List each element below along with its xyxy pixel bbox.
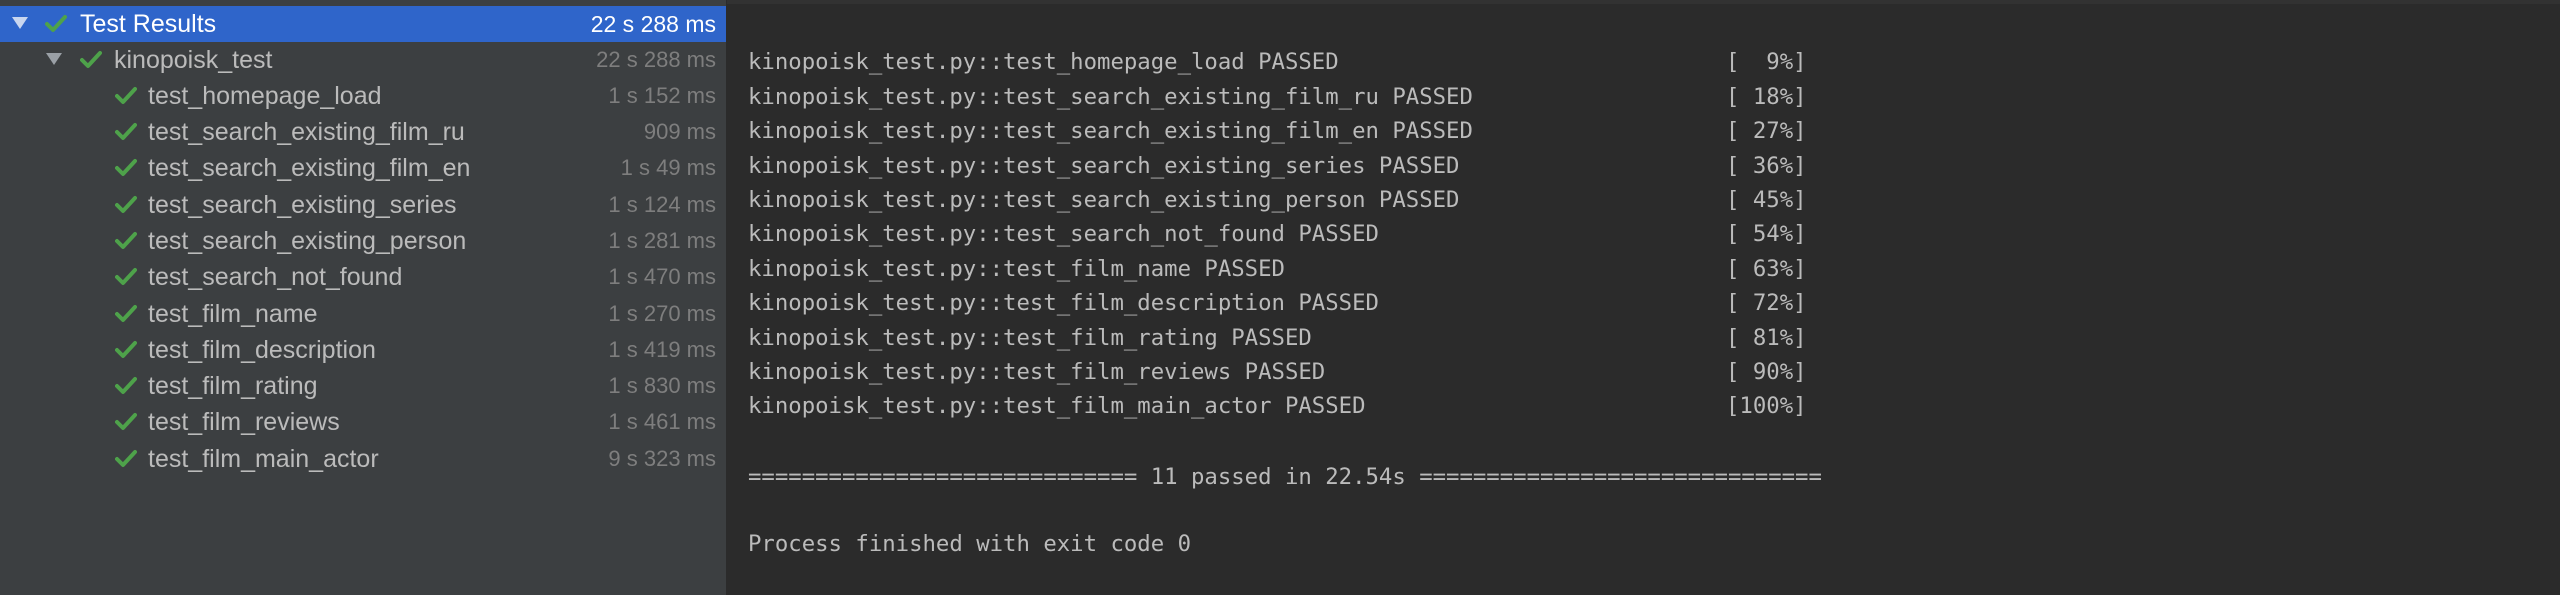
test-name: test_film_name <box>148 300 318 328</box>
tree-label-kinopoisk-test: kinopoisk_test <box>114 46 273 74</box>
console-line: kinopoisk_test.py::test_film_main_actor … <box>748 393 1366 419</box>
test-name: test_homepage_load <box>148 82 382 110</box>
tree-row-test[interactable]: test_film_main_actor 9 s 323 ms <box>0 441 726 477</box>
tree-row-kinopoisk-test[interactable]: kinopoisk_test 22 s 288 ms <box>0 42 726 78</box>
console-line: kinopoisk_test.py::test_film_reviews PAS… <box>748 359 1326 385</box>
tree-time-kinopoisk-test: 22 s 288 ms <box>596 47 716 72</box>
tree-row-test[interactable]: test_search_existing_person 1 s 281 ms <box>0 223 726 259</box>
console-progress: [ 54%] <box>1726 221 1807 247</box>
check-icon <box>115 305 137 322</box>
console-progress: [ 81%] <box>1726 325 1807 351</box>
check-icon <box>115 268 137 285</box>
tree-row-test-results[interactable]: Test Results 22 s 288 ms <box>0 6 726 42</box>
test-name: test_film_reviews <box>148 408 340 436</box>
tree-row-test[interactable]: test_film_reviews 1 s 461 ms <box>0 404 726 440</box>
test-name: test_search_existing_person <box>148 227 467 255</box>
expand-arrow-icon[interactable] <box>46 53 62 65</box>
test-name: test_search_existing_series <box>148 191 457 219</box>
test-duration: 1 s 281 ms <box>608 228 716 253</box>
console-line: kinopoisk_test.py::test_search_not_found… <box>748 221 1379 247</box>
tree-row-test[interactable]: test_homepage_load 1 s 152 ms <box>0 78 726 114</box>
console-line: kinopoisk_test.py::test_search_existing_… <box>748 118 1473 144</box>
tree-row-test[interactable]: test_film_description 1 s 419 ms <box>0 332 726 368</box>
test-duration: 1 s 270 ms <box>608 301 716 326</box>
console-progress: [ 63%] <box>1726 256 1807 282</box>
console-line: kinopoisk_test.py::test_search_existing_… <box>748 84 1473 110</box>
test-name: test_search_existing_film_ru <box>148 118 465 146</box>
check-icon <box>115 341 137 358</box>
console-line: kinopoisk_test.py::test_film_description… <box>748 290 1379 316</box>
console-line: kinopoisk_test.py::test_film_rating PASS… <box>748 325 1312 351</box>
tree-row-test[interactable]: test_search_existing_series 1 s 124 ms <box>0 187 726 223</box>
console-line: kinopoisk_test.py::test_search_existing_… <box>748 153 1460 179</box>
console-top-border <box>727 0 2560 4</box>
check-icon <box>45 15 67 32</box>
console-progress: [ 18%] <box>1726 84 1807 110</box>
test-duration: 1 s 461 ms <box>608 409 716 434</box>
tree-row-test[interactable]: test_search_existing_film_en 1 s 49 ms <box>0 150 726 186</box>
console-line: kinopoisk_test.py::test_film_name PASSED <box>748 256 1285 282</box>
console-progress: [ 27%] <box>1726 118 1807 144</box>
check-icon <box>115 123 137 140</box>
tree-row-test[interactable]: test_search_existing_film_ru 909 ms <box>0 114 726 150</box>
test-name: test_search_existing_film_en <box>148 154 471 182</box>
test-summary-line: ============================= 11 passed … <box>748 464 1822 490</box>
test-duration: 909 ms <box>643 119 716 144</box>
test-results-tree[interactable]: Test Results 22 s 288 ms kinopoisk_test … <box>0 0 726 595</box>
check-icon <box>115 159 137 176</box>
tree-row-test[interactable]: test_film_rating 1 s 830 ms <box>0 368 726 404</box>
expand-arrow-icon[interactable] <box>12 17 28 29</box>
process-exit-line: Process finished with exit code 0 <box>748 531 1191 557</box>
test-duration: 1 s 419 ms <box>608 337 716 362</box>
test-duration: 1 s 124 ms <box>608 192 716 217</box>
tree-row-test[interactable]: test_search_not_found 1 s 470 ms <box>0 259 726 295</box>
test-name: test_film_rating <box>148 372 318 400</box>
console-output[interactable]: kinopoisk_test.py::test_homepage_load PA… <box>727 0 2560 595</box>
check-icon <box>115 87 137 104</box>
console-progress: [ 45%] <box>1726 187 1807 213</box>
check-icon <box>115 196 137 213</box>
console-progress: [ 72%] <box>1726 290 1807 316</box>
console-progress: [ 90%] <box>1726 359 1807 385</box>
test-name: test_film_description <box>148 336 376 364</box>
test-name: test_search_not_found <box>148 263 403 291</box>
test-duration: 1 s 830 ms <box>608 373 716 398</box>
check-icon <box>115 377 137 394</box>
check-icon <box>80 51 102 68</box>
tree-row-test[interactable]: test_film_name 1 s 270 ms <box>0 296 726 332</box>
tree-label-test-results: Test Results <box>80 10 217 38</box>
test-name: test_film_main_actor <box>148 445 379 473</box>
test-duration: 1 s 470 ms <box>608 264 716 289</box>
test-duration: 1 s 152 ms <box>608 83 716 108</box>
test-duration: 9 s 323 ms <box>608 446 716 471</box>
check-icon <box>115 413 137 430</box>
console-line: kinopoisk_test.py::test_search_existing_… <box>748 187 1460 213</box>
test-runner-window: Test Results 22 s 288 ms kinopoisk_test … <box>0 0 2560 595</box>
test-duration: 1 s 49 ms <box>620 155 716 180</box>
check-icon <box>115 450 137 467</box>
console-progress: [ 9%] <box>1726 49 1807 75</box>
console-line: kinopoisk_test.py::test_homepage_load PA… <box>748 49 1339 75</box>
check-icon <box>115 232 137 249</box>
console-progress: [100%] <box>1726 393 1807 419</box>
tree-time-test-results: 22 s 288 ms <box>590 11 716 37</box>
console-progress: [ 36%] <box>1726 153 1807 179</box>
